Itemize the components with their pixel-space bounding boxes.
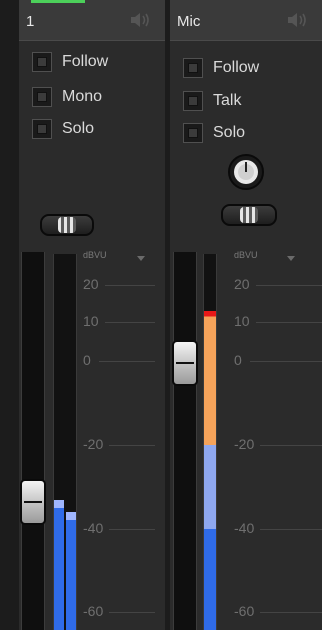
- channel-strip-mic: Mic Follow Talk Solo dBVU 20 10 0 -20 -4…: [170, 0, 322, 630]
- volume-fader-track[interactable]: [173, 252, 197, 630]
- solo-checkbox[interactable]: [183, 123, 203, 143]
- toggle-label: Follow: [213, 59, 260, 76]
- channel-title: 1: [26, 13, 35, 30]
- scale-tick: -60: [83, 603, 104, 619]
- toggle-label: Solo: [62, 120, 95, 137]
- toggle-solo[interactable]: Solo: [183, 123, 245, 143]
- scale-tick: 10: [83, 313, 99, 329]
- follow-checkbox[interactable]: [183, 58, 203, 78]
- scale-tick: 20: [234, 276, 250, 292]
- talk-checkbox[interactable]: [183, 91, 203, 111]
- scale-unit: dBVU: [83, 250, 107, 260]
- scale-line: [256, 322, 322, 323]
- level-meter: [203, 254, 217, 630]
- level-meter-bar: [204, 310, 216, 630]
- toggle-label: Talk: [213, 92, 242, 109]
- channel-title: Mic: [177, 13, 201, 30]
- scale-tick: -20: [234, 436, 255, 452]
- scale-line: [260, 612, 322, 613]
- volume-fader-track[interactable]: [21, 252, 45, 630]
- toggle-talk[interactable]: Talk: [183, 91, 241, 111]
- scale-tick: 20: [83, 276, 99, 292]
- toggle-label: Follow: [62, 53, 109, 70]
- scale-line: [105, 322, 155, 323]
- level-meter: [53, 254, 77, 630]
- scale-line: [109, 529, 155, 530]
- scale-line: [99, 361, 155, 362]
- gain-knob[interactable]: [227, 153, 265, 191]
- scale-line: [250, 361, 322, 362]
- speaker-icon[interactable]: [286, 11, 308, 29]
- scale-line: [260, 529, 322, 530]
- pan-slider[interactable]: [40, 214, 94, 236]
- scale-menu-icon[interactable]: [137, 256, 145, 261]
- pan-handle[interactable]: [58, 217, 76, 233]
- toggle-solo[interactable]: Solo: [32, 119, 94, 139]
- level-meter-right: [66, 512, 76, 630]
- scale-line: [260, 445, 322, 446]
- scale-line: [105, 285, 155, 286]
- channel-header: Mic: [170, 0, 322, 41]
- volume-fader-handle[interactable]: [172, 340, 198, 386]
- toggle-follow[interactable]: Follow: [32, 52, 108, 72]
- pan-handle[interactable]: [240, 207, 258, 223]
- channel-header: 1: [19, 0, 165, 41]
- scale-tick: 0: [83, 352, 91, 368]
- level-meter-left: [54, 499, 64, 630]
- scale-tick: 0: [234, 352, 242, 368]
- solo-checkbox[interactable]: [32, 119, 52, 139]
- scale-line: [109, 445, 155, 446]
- toggle-mono[interactable]: Mono: [32, 87, 102, 107]
- mono-checkbox[interactable]: [32, 87, 52, 107]
- toggle-follow[interactable]: Follow: [183, 58, 259, 78]
- channel-strip-1: 1 Follow Mono Solo dBVU 20 10 0 -20 -40 …: [19, 0, 165, 630]
- scale-tick: 10: [234, 313, 250, 329]
- scale-unit: dBVU: [234, 250, 258, 260]
- scale-tick: -20: [83, 436, 104, 452]
- scale-line: [256, 285, 322, 286]
- scale-tick: -40: [83, 520, 104, 536]
- scale-line: [109, 612, 155, 613]
- scale-tick: -60: [234, 603, 255, 619]
- volume-fader-handle[interactable]: [20, 478, 46, 525]
- scale-menu-icon[interactable]: [287, 256, 295, 261]
- speaker-icon[interactable]: [129, 11, 151, 29]
- follow-checkbox[interactable]: [32, 52, 52, 72]
- toggle-label: Mono: [62, 88, 103, 105]
- toggle-label: Solo: [213, 124, 246, 141]
- scale-tick: -40: [234, 520, 255, 536]
- active-indicator: [31, 0, 85, 3]
- pan-slider[interactable]: [221, 204, 277, 226]
